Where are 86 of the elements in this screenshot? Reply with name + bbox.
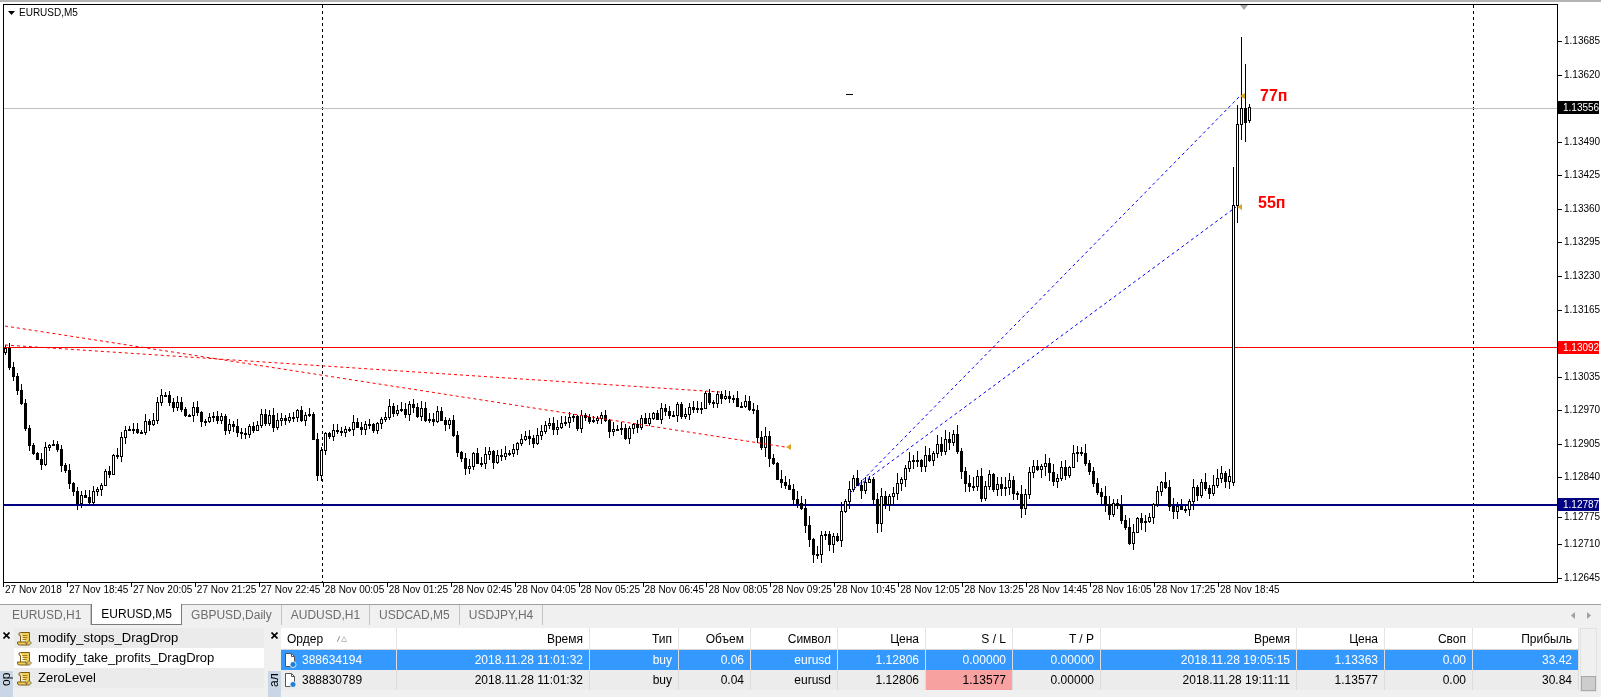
table-cell: 0.00000 [1013, 670, 1101, 690]
column-header[interactable]: S / L [926, 628, 1013, 649]
time-axis-label: 28 Nov 00:05 [324, 584, 385, 596]
time-axis-label: 28 Nov 13:25 [964, 584, 1024, 596]
price-tick-label: 1.12970 [1564, 404, 1601, 417]
dash-mark [845, 94, 854, 95]
time-axis-label: 27 Nov 18:45 [68, 584, 129, 596]
dropdown-triangle-icon[interactable] [8, 11, 15, 15]
time-axis-label: 28 Nov 09:25 [772, 584, 832, 596]
table-cell: buy [590, 670, 679, 690]
triangle-marker-icon [1240, 93, 1245, 99]
column-header[interactable]: Прибыль [1473, 628, 1579, 649]
price-tick-label: 1.12775 [1564, 510, 1601, 523]
price-tick-label: 1.13620 [1564, 68, 1601, 81]
price-tick-label: 1.13685 [1564, 35, 1601, 47]
scroll-icon [17, 650, 32, 666]
sort-indicator-icon [337, 635, 348, 642]
price-tick-label: 1.13230 [1564, 269, 1601, 282]
column-header[interactable]: Время [1101, 628, 1297, 649]
script-list-item[interactable]: ZeroLevel [14, 668, 264, 688]
chart-title: EURUSD,M5 [19, 7, 78, 19]
time-axis-label: 28 Nov 04:05 [516, 584, 577, 596]
order-document-icon [284, 652, 297, 668]
time-axis-label: 27 Nov 20:05 [132, 584, 193, 596]
price-tick-label: 1.12645 [1564, 572, 1601, 584]
time-axis-label: 28 Nov 17:25 [1156, 584, 1216, 596]
price-tick-label: 1.12840 [1564, 471, 1601, 484]
price-tick-label: 1.12905 [1564, 437, 1601, 450]
price-tick-label: 1.13490 [1564, 135, 1601, 148]
panel-side-tab[interactable]: ал [268, 671, 281, 697]
time-axis-label: 28 Nov 16:05 [1092, 584, 1152, 596]
time-axis-label: 28 Nov 10:45 [836, 584, 896, 596]
scrollbar-thumb[interactable] [1581, 676, 1596, 691]
column-header[interactable]: Объем [679, 628, 751, 649]
table-cell: eurusd [751, 670, 838, 690]
column-header[interactable]: Своп [1385, 628, 1473, 649]
column-header[interactable]: Ордер [281, 628, 397, 649]
table-cell-text: 388634194 [302, 652, 363, 669]
table-cell: 1.13577 [1297, 670, 1385, 690]
table-cell-text: 388830789 [302, 672, 363, 689]
time-axis-label: 28 Nov 06:45 [644, 584, 704, 596]
price-tick-label: 1.13425 [1564, 169, 1601, 182]
triangle-marker-icon [1237, 204, 1242, 210]
price-tick-label: 1.13295 [1564, 236, 1601, 249]
time-axis-label: 28 Nov 01:25 [388, 584, 449, 596]
table-cell: 1.13577 [926, 670, 1013, 690]
profit-label: 55п [1258, 195, 1286, 211]
price-tick-label: 1.13360 [1564, 202, 1601, 215]
order-document-icon [284, 672, 297, 688]
table-cell: 30.84 [1473, 670, 1579, 690]
column-header[interactable]: T / P [1013, 628, 1101, 649]
time-axis-label: 28 Nov 12:05 [900, 584, 960, 596]
time-axis-label: 28 Nov 18:45 [1220, 584, 1280, 596]
column-header[interactable]: Символ [751, 628, 838, 649]
time-axis-label: 27 Nov 22:45 [260, 584, 321, 596]
price-tick-label: 1.12710 [1564, 538, 1601, 551]
table-cell: 0.00 [1385, 670, 1473, 690]
close-icon[interactable] [3, 632, 10, 639]
price-line-label: 1.13556 [1558, 101, 1599, 115]
scroll-icon [17, 630, 32, 646]
close-icon[interactable] [271, 632, 278, 639]
table-cell: 2018.11.28 11:01:32 [397, 670, 590, 690]
price-line-label: 1.12787 [1558, 498, 1599, 512]
chart-shift-marker-icon [1240, 5, 1248, 10]
time-axis-label: 28 Nov 02:45 [452, 584, 513, 596]
price-tick-label: 1.13165 [1564, 303, 1601, 316]
triangle-marker-icon [786, 444, 791, 450]
time-axis-label: 27 Nov 21:25 [196, 584, 257, 596]
column-header[interactable]: Цена [1297, 628, 1385, 649]
chart-tab[interactable]: EURUSD,M5 [91, 604, 183, 625]
profit-label: 77п [1260, 88, 1288, 104]
time-axis-label: 27 Nov 2018 [5, 584, 62, 596]
scroll-icon [17, 670, 32, 686]
table-row[interactable]: 388830789 2018.11.28 11:01:32 buy 0.04 eurusd 1.12806 1.13577 0.00000 2018.11.28 19:11:11 1.13577 0.00 30.84 [281, 670, 1579, 690]
table-cell: 0.04 [679, 670, 751, 690]
time-axis-label: 28 Nov 05:25 [580, 584, 641, 596]
column-header[interactable]: Цена [838, 628, 926, 649]
column-header[interactable]: Тип [590, 628, 679, 649]
time-axis-label: 28 Nov 08:05 [708, 584, 768, 596]
price-tick-label: 1.13035 [1564, 370, 1601, 383]
table-cell: 2018.11.28 19:11:11 [1101, 670, 1297, 690]
price-line-label: 1.13092 [1558, 340, 1599, 354]
panel-side-tab[interactable]: ор [0, 671, 13, 697]
time-axis-label: 28 Nov 14:45 [1028, 584, 1088, 596]
script-list-item[interactable]: modify_stops_DragDrop [14, 628, 264, 648]
column-header[interactable]: Время [397, 628, 590, 649]
